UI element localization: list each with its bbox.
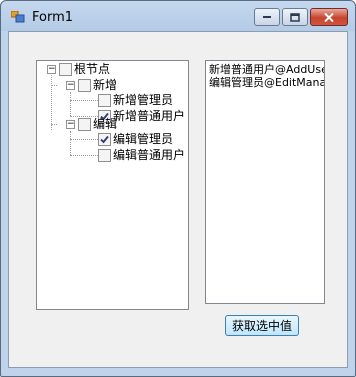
tree-node-label: 编辑管理员 — [113, 132, 174, 146]
tree-connector — [70, 92, 71, 116]
close-button[interactable] — [310, 8, 348, 26]
tree-connector — [70, 155, 98, 156]
window-title: Form1 — [32, 10, 74, 25]
list-item[interactable]: 编辑管理员@EditMana — [209, 76, 324, 89]
edit-group-checkbox[interactable] — [78, 117, 91, 131]
tree-node-edit-user[interactable]: 编辑普通用户 — [98, 147, 185, 163]
maximize-button[interactable] — [282, 8, 308, 26]
tree-view[interactable]: − 根节点 − 新增 新增管理员 新增普通用户 − 编辑 编辑管理员 编辑普通用… — [36, 60, 189, 310]
get-selected-button[interactable]: 获取选中值 — [225, 315, 299, 336]
tree-node-label: 编辑 — [93, 117, 118, 131]
tree-node-label: 新增普通用户 — [113, 109, 186, 123]
tree-connector — [70, 139, 98, 140]
collapse-icon[interactable]: − — [66, 81, 75, 90]
tree-node-label: 新增 — [93, 78, 118, 92]
app-icon — [11, 11, 25, 23]
maximize-icon — [290, 12, 300, 22]
edit-admin-checkbox[interactable] — [98, 132, 111, 146]
form1-window: Form1 − 根节点 − 新增 新增管理员 新增普通用户 − 编辑 编辑管理员… — [0, 0, 356, 377]
close-icon — [324, 12, 334, 22]
title-bar[interactable]: Form1 — [1, 1, 355, 31]
list-item[interactable]: 新增普通用户@AddUse — [209, 63, 324, 76]
tree-connector — [70, 131, 71, 155]
tree-node-label: 根节点 — [74, 62, 111, 76]
add-admin-checkbox[interactable] — [98, 93, 111, 107]
tree-node-add-admin[interactable]: 新增管理员 — [98, 92, 173, 108]
edit-user-checkbox[interactable] — [98, 148, 111, 162]
tree-connector — [51, 124, 57, 125]
tree-node-label: 编辑普通用户 — [113, 148, 186, 162]
tree-connector — [70, 100, 98, 101]
tree-connector — [51, 75, 52, 130]
selected-values-listbox[interactable]: 新增普通用户@AddUse 编辑管理员@EditMana — [205, 60, 325, 304]
add-group-checkbox[interactable] — [78, 78, 91, 92]
minimize-button[interactable] — [254, 8, 280, 26]
minimize-icon — [263, 16, 271, 18]
tree-node-root[interactable]: 根节点 — [59, 61, 110, 77]
root-checkbox[interactable] — [59, 62, 72, 76]
tree-connector — [51, 85, 57, 86]
collapse-icon[interactable]: − — [66, 120, 75, 129]
form-client-area: − 根节点 − 新增 新增管理员 新增普通用户 − 编辑 编辑管理员 编辑普通用… — [8, 31, 348, 368]
collapse-icon[interactable]: − — [47, 65, 56, 74]
tree-node-label: 新增管理员 — [113, 93, 174, 107]
tree-node-edit-admin[interactable]: 编辑管理员 — [98, 131, 173, 147]
tree-node-edit[interactable]: 编辑 — [78, 116, 117, 132]
tree-node-add[interactable]: 新增 — [78, 77, 117, 93]
check-icon — [100, 135, 109, 143]
